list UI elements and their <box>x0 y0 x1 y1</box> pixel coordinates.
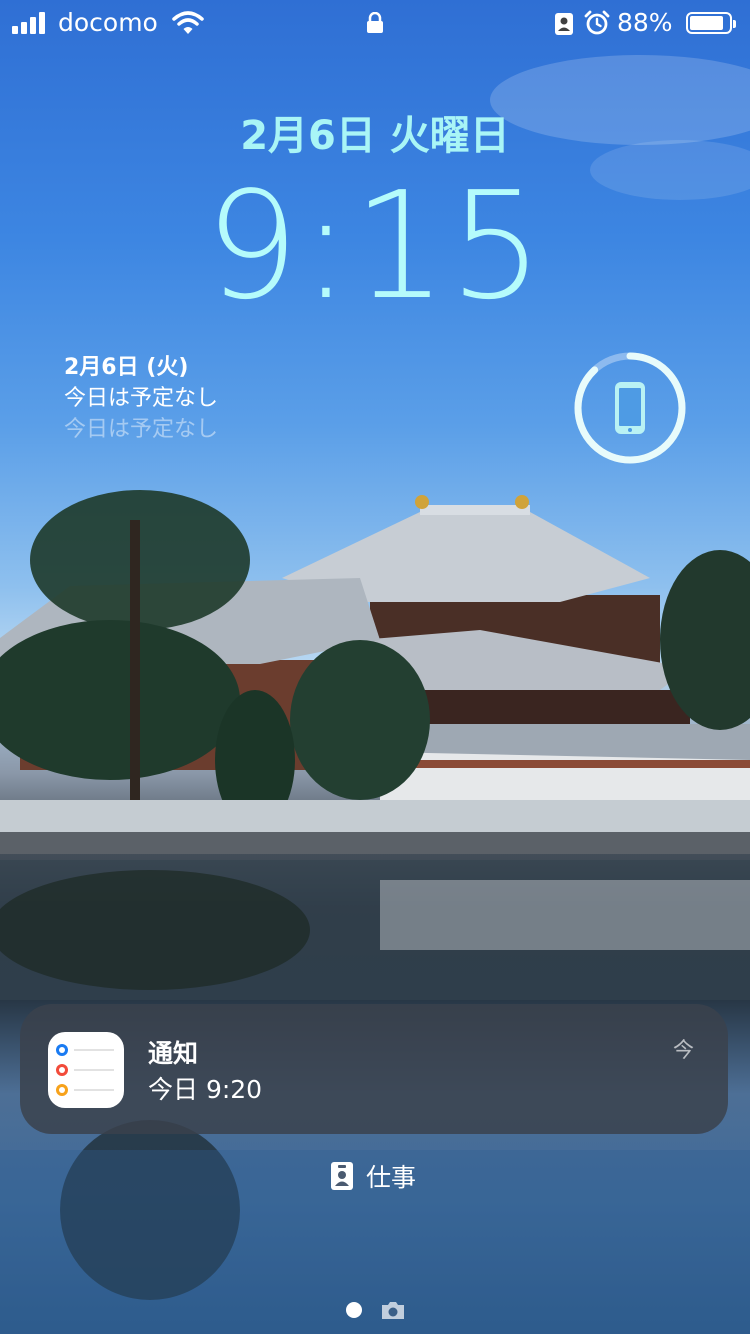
battery-ring-widget[interactable] <box>572 350 688 466</box>
page-dot[interactable] <box>346 1302 362 1318</box>
lock-screen: docomo 88% 2月6日 火曜日 9:15 2月6日 (火) 今日は予定な… <box>0 0 750 1334</box>
calendar-widget-event-line-faded: 今日は予定なし <box>64 417 219 442</box>
wifi-icon <box>172 11 204 34</box>
page-indicator[interactable] <box>346 1300 406 1320</box>
lock-screen-date[interactable]: 2月6日 火曜日 <box>0 103 750 161</box>
notification-card[interactable]: 通知 今日 9:20 今 <box>20 1004 728 1134</box>
work-focus-icon <box>331 1162 353 1190</box>
calendar-widget-event-line: 今日は予定なし <box>64 386 219 411</box>
camera-icon[interactable] <box>380 1300 406 1320</box>
calendar-widget[interactable]: 2月6日 (火) 今日は予定なし 今日は予定なし <box>64 352 218 445</box>
alarm-icon <box>584 10 610 35</box>
portrait-orientation-icon <box>555 13 573 35</box>
notification-title: 通知 <box>148 1039 199 1068</box>
lock-screen-clock[interactable]: 9:15 <box>0 160 750 332</box>
battery-percentage: 88% <box>617 8 673 37</box>
focus-mode-indicator[interactable]: 仕事 <box>330 1158 416 1194</box>
lock-icon <box>367 12 383 33</box>
notification-body: 今日 9:20 <box>148 1075 263 1104</box>
carrier-name: docomo <box>58 8 158 37</box>
calendar-widget-date: 2月6日 (火) <box>64 355 189 380</box>
signal-icon <box>12 12 45 34</box>
reminders-icon <box>48 1032 124 1108</box>
notification-timestamp: 今 <box>673 1038 694 1062</box>
focus-mode-label: 仕事 <box>366 1163 417 1192</box>
iphone-icon <box>615 382 645 434</box>
status-bar: docomo 88% <box>0 0 750 50</box>
battery-icon <box>686 12 736 34</box>
